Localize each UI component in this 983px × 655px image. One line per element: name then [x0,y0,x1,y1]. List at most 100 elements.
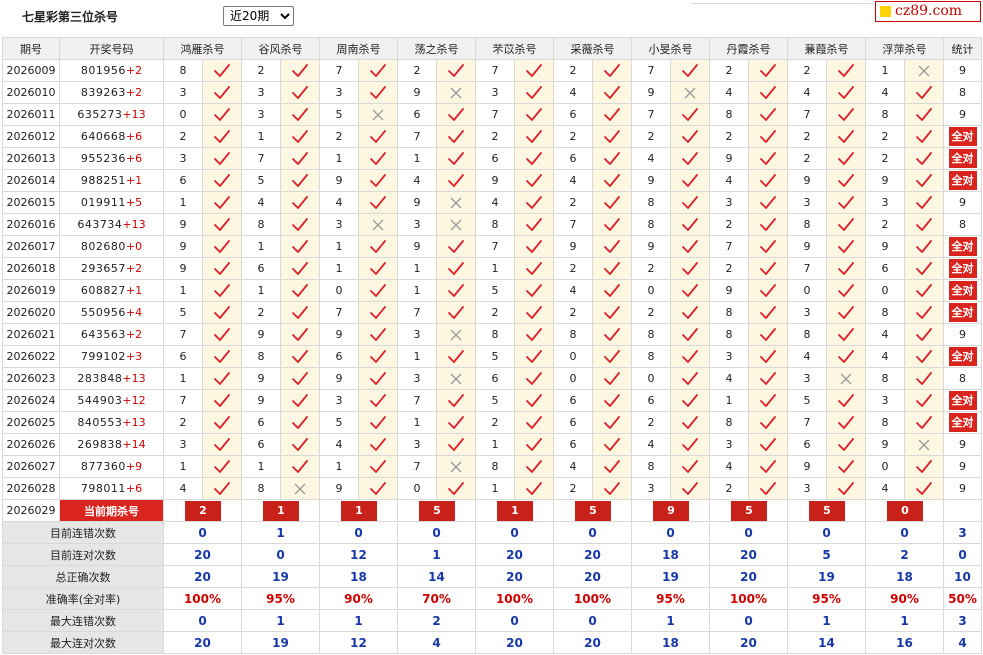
result-mark-cell [202,279,242,302]
result-mark-cell [436,169,476,192]
result-mark-cell [748,257,788,280]
check-icon [682,349,698,363]
site-logo[interactable]: cz89.com [875,1,981,22]
check-icon [838,393,854,407]
current-kill-cell: 5 [787,499,866,522]
result-mark-cell [280,433,320,456]
check-icon [682,239,698,253]
summary-value: 12 [319,543,398,566]
kill-number-cell: 9 [163,235,203,258]
kill-number-cell: 4 [319,191,359,214]
result-mark-cell [514,279,554,302]
result-mark-cell [592,389,632,412]
result-mark-cell [748,125,788,148]
current-kill-cell: 9 [631,499,710,522]
column-header-draw: 开奖号码 [59,37,164,60]
kill-number-cell: 3 [709,191,749,214]
kill-number-cell: 4 [553,455,593,478]
check-icon [526,217,542,231]
check-icon [214,393,230,407]
result-mark-cell [748,367,788,390]
result-mark-cell [436,103,476,126]
stat-cell: 全对 [943,235,982,258]
kill-number-cell: 2 [475,301,515,324]
result-mark-cell [358,81,398,104]
result-mark-cell [592,279,632,302]
period-range-select[interactable]: 近20期 [223,6,294,26]
kill-number-cell: 7 [397,125,437,148]
result-mark-cell [826,345,866,368]
kill-number-cell: 1 [241,235,281,258]
check-icon [760,349,776,363]
kill-number-cell: 7 [631,59,671,82]
summary-value: 95% [787,587,866,610]
check-icon [682,129,698,143]
current-kill-number: 9 [653,500,689,521]
draw-digits: 877360 [80,460,126,473]
summary-value: 16 [865,631,944,654]
kill-number-cell: 9 [553,235,593,258]
kill-number-cell: 0 [319,279,359,302]
kill-number-cell: 7 [553,213,593,236]
kill-number-cell: 7 [475,235,515,258]
kill-number-cell: 0 [553,367,593,390]
check-icon [214,327,230,341]
cross-icon [450,329,462,340]
result-mark-cell [514,125,554,148]
summary-value: 20 [709,565,788,588]
summary-value: 20 [553,631,632,654]
draw-digits: 640668 [80,130,126,143]
check-icon [214,129,230,143]
check-icon [370,239,386,253]
kill-number-cell: 8 [631,345,671,368]
check-icon [760,107,776,121]
kill-number-cell: 5 [475,279,515,302]
column-header-expert: 芣苡杀号 [475,37,554,60]
result-mark-cell [670,235,710,258]
result-mark-cell [436,301,476,324]
check-icon [916,305,932,319]
kill-number-cell: 1 [319,235,359,258]
check-icon [370,195,386,209]
check-icon [370,349,386,363]
kill-number-cell: 4 [787,81,827,104]
check-icon [604,85,620,99]
result-mark-cell [826,81,866,104]
result-mark-cell [904,81,944,104]
kill-number-cell: 9 [709,279,749,302]
check-icon [760,217,776,231]
check-icon [214,107,230,121]
check-icon [682,459,698,473]
stat-cell: 9 [943,103,982,126]
result-mark-cell [592,433,632,456]
summary-value: 0 [865,521,944,544]
summary-value: 0 [163,609,242,632]
draw-sum: +1 [125,284,143,297]
summary-value: 100% [553,587,632,610]
check-icon [214,371,230,385]
stat-cell: 9 [943,323,982,346]
kill-number-cell: 2 [553,257,593,280]
summary-value: 0 [709,609,788,632]
kill-number-cell: 4 [553,169,593,192]
result-mark-cell [358,455,398,478]
check-icon [292,107,308,121]
check-icon [604,393,620,407]
current-kill-cell: 5 [397,499,476,522]
result-mark-cell [280,235,320,258]
kill-number-cell: 5 [319,103,359,126]
kill-number-cell: 0 [553,345,593,368]
kill-number-cell: 7 [475,59,515,82]
result-mark-cell [826,103,866,126]
draw-sum: +13 [122,108,146,121]
kill-number-cell: 1 [163,455,203,478]
kill-number-cell: 9 [709,147,749,170]
result-mark-cell [670,301,710,324]
result-mark-cell [592,455,632,478]
check-icon [214,151,230,165]
result-mark-cell [670,455,710,478]
result-mark-cell [280,59,320,82]
stat-cell: 9 [943,59,982,82]
check-icon [682,481,698,495]
draw-digits: 643563 [80,328,126,341]
